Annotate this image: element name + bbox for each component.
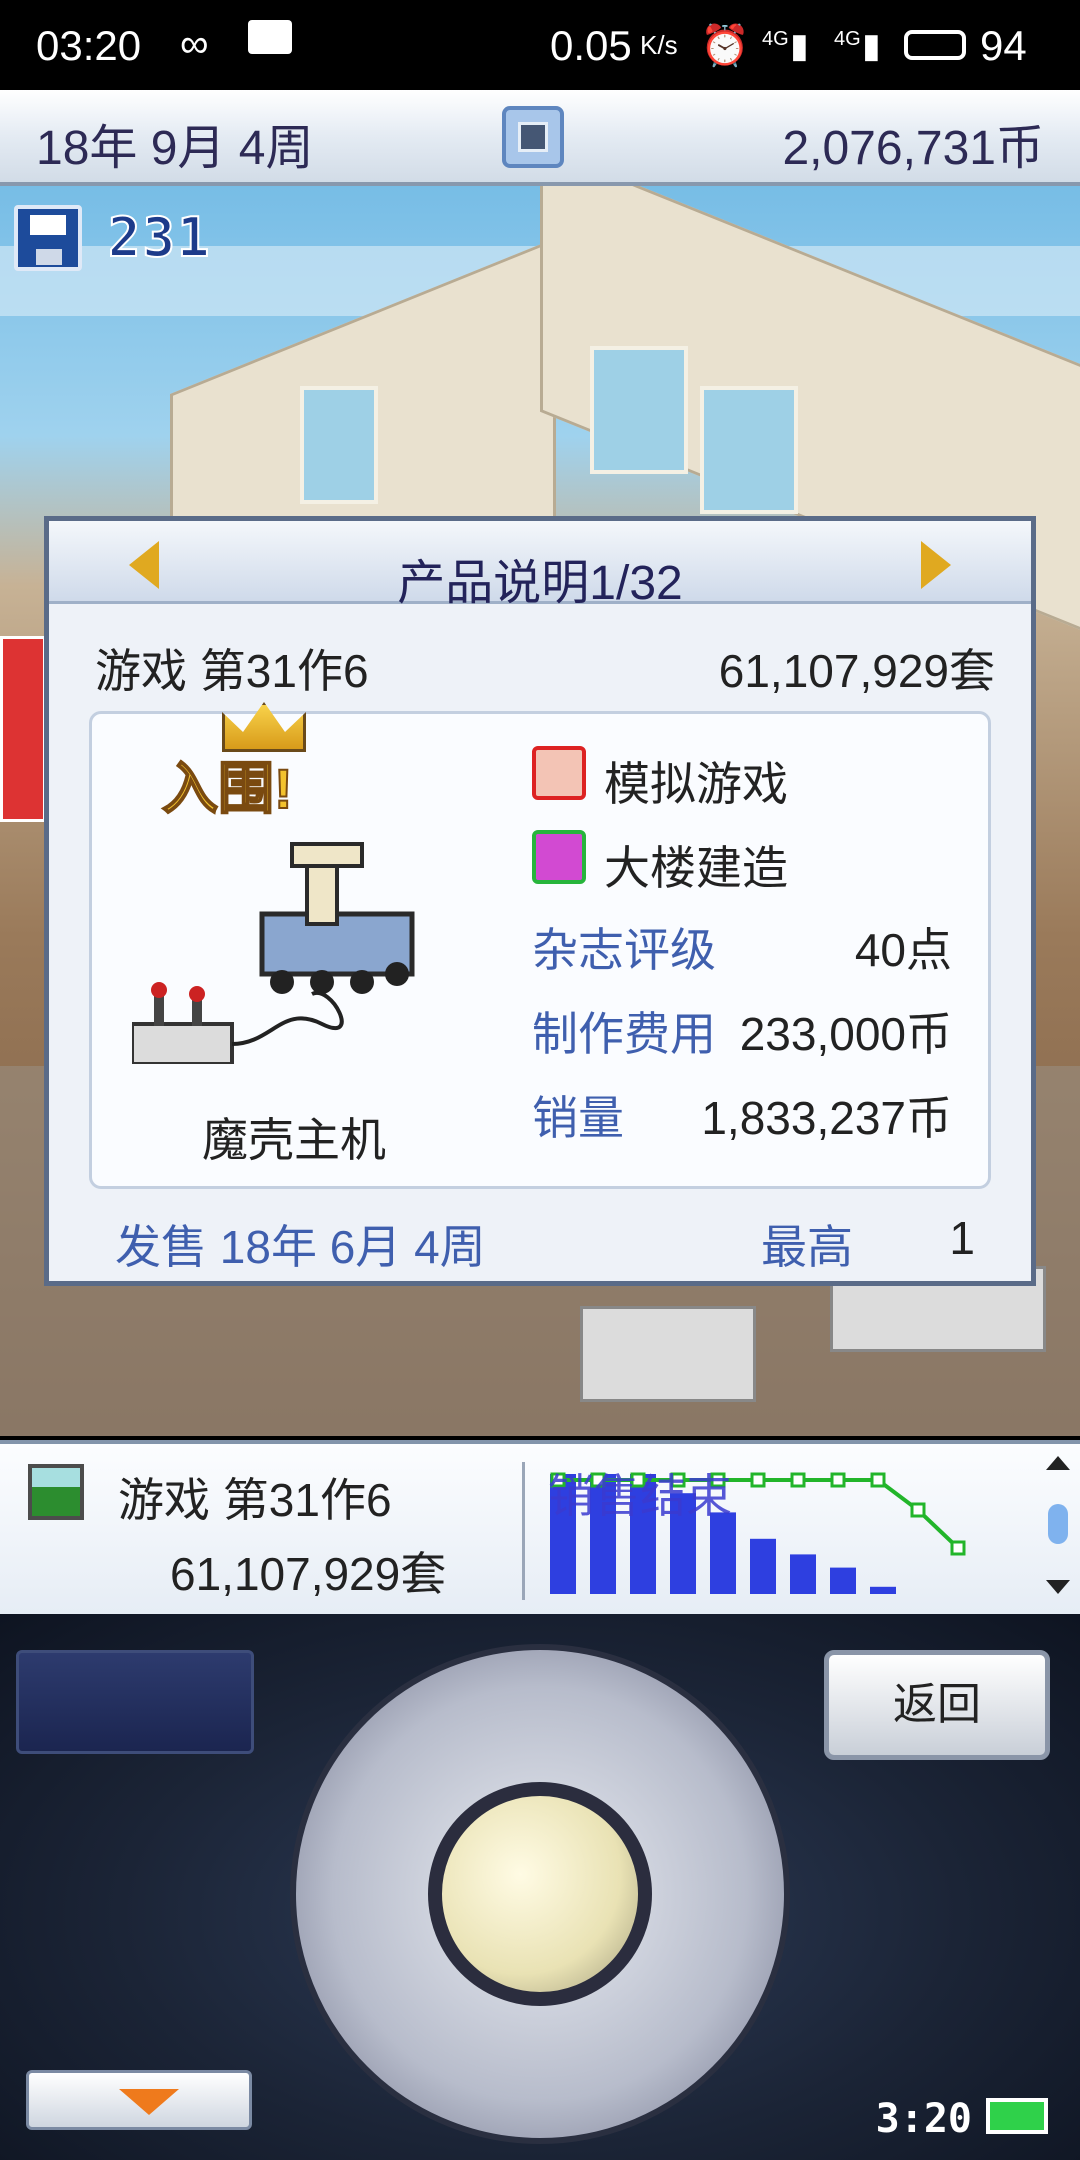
sales-revenue-value: 1,833,237币 bbox=[701, 1092, 952, 1144]
signal-1-icon: ▮ bbox=[790, 27, 809, 65]
sales-chart: 销售结束 bbox=[548, 1470, 966, 1594]
best-rank-label: 最高 bbox=[761, 1221, 853, 1273]
genre-label: 模拟游戏 bbox=[604, 758, 788, 810]
production-cost-label: 制作费用 bbox=[532, 1008, 716, 1060]
scroll-down-icon[interactable] bbox=[1046, 1580, 1070, 1594]
signal-1-label: 4G bbox=[762, 28, 789, 50]
small-screen-panel bbox=[16, 1650, 254, 1754]
magazine-rating-label: 杂志评级 bbox=[532, 924, 716, 976]
camera-icon bbox=[518, 122, 548, 152]
genre-icon bbox=[532, 746, 586, 800]
save-count: 231 bbox=[107, 205, 212, 270]
scroll-thumb[interactable] bbox=[1048, 1504, 1068, 1544]
building-window bbox=[300, 386, 378, 504]
camera-toggle-button[interactable] bbox=[502, 106, 564, 168]
building-window bbox=[700, 386, 798, 514]
chart-point bbox=[950, 1540, 966, 1556]
next-arrow-icon[interactable] bbox=[921, 541, 951, 589]
chart-point bbox=[830, 1472, 846, 1488]
strip-units: 61,107,929套 bbox=[170, 1548, 447, 1600]
console-illustration bbox=[132, 842, 415, 1064]
dialog-header: 产品说明1/32 bbox=[49, 521, 1031, 610]
dialog-title: 产品说明1/32 bbox=[397, 557, 683, 610]
sales-revenue-label: 销量 bbox=[532, 1092, 624, 1144]
product-detail-panel: 入围! 魔壳主机 模拟游戏 大楼建造 杂志评级 40点 制作费用 233,000… bbox=[89, 702, 991, 1189]
status-time: 03:20 bbox=[36, 22, 142, 69]
theme-label: 大楼建造 bbox=[604, 842, 788, 894]
chart-bar bbox=[790, 1554, 816, 1594]
center-button[interactable] bbox=[428, 1782, 652, 2006]
net-speed: 0.05 bbox=[550, 22, 632, 69]
money-display: 2,076,731币 bbox=[782, 122, 1044, 175]
chart-point bbox=[870, 1472, 886, 1488]
game-date: 18年 9月 4周 bbox=[36, 122, 314, 175]
menu-down-button[interactable] bbox=[26, 2070, 252, 2130]
desk bbox=[580, 1306, 756, 1402]
chart-bar bbox=[750, 1538, 776, 1594]
back-button[interactable]: 返回 bbox=[824, 1650, 1050, 1760]
game-name: 游戏 第31作6 bbox=[95, 645, 369, 697]
chart-point bbox=[750, 1472, 766, 1488]
image-notification-icon bbox=[248, 20, 292, 54]
chart-bar bbox=[870, 1586, 896, 1594]
battery-icon bbox=[904, 30, 966, 60]
game-thumbnail-icon bbox=[28, 1464, 84, 1520]
platform-name: 魔壳主机 bbox=[202, 1114, 386, 1166]
strip-divider bbox=[522, 1462, 525, 1600]
chart-point bbox=[910, 1502, 926, 1518]
product-dialog: 产品说明1/32 游戏 第31作6 61,107,929套 入围! 魔壳主机 模… bbox=[44, 516, 1036, 1286]
down-arrow-icon bbox=[119, 2089, 179, 2115]
chart-overlay-label: 销售结束 bbox=[548, 1470, 732, 1522]
best-rank-value: 1 bbox=[949, 1212, 975, 1264]
chart-point bbox=[790, 1472, 806, 1488]
magazine-rating-value: 40点 bbox=[854, 924, 952, 976]
theme-icon bbox=[532, 830, 586, 884]
signal-2-icon: ▮ bbox=[862, 27, 881, 65]
infinity-icon: ∞ bbox=[180, 22, 209, 66]
vending-machine bbox=[0, 636, 46, 822]
strip-game-name: 游戏 第31作6 bbox=[118, 1474, 392, 1526]
net-speed-unit: K/s bbox=[640, 30, 678, 60]
sales-units: 61,107,929套 bbox=[718, 645, 995, 697]
chart-bar bbox=[710, 1512, 736, 1594]
game-info-strip[interactable]: 游戏 第31作6 61,107,929套 销售结束 bbox=[0, 1440, 1080, 1618]
award-label: 入围! bbox=[161, 756, 294, 821]
building-window bbox=[590, 346, 688, 474]
scroll-up-icon[interactable] bbox=[1046, 1456, 1070, 1470]
alarm-icon: ⏰ bbox=[700, 24, 750, 68]
signal-2-label: 4G bbox=[834, 28, 861, 50]
controller-clock: 3:20 bbox=[875, 2096, 972, 2142]
save-icon[interactable] bbox=[14, 205, 82, 271]
production-cost-value: 233,000币 bbox=[739, 1008, 952, 1060]
chart-bar bbox=[830, 1567, 856, 1594]
strip-scrollbar[interactable] bbox=[1040, 1456, 1076, 1606]
status-bar: 03:20 ∞ 0.05 K/s ⏰ 4G ▮ 4G ▮ 94 bbox=[0, 0, 1080, 90]
battery-level: 94 bbox=[980, 22, 1027, 69]
release-date: 发售 18年 6月 4周 bbox=[115, 1221, 486, 1273]
controller-battery-icon bbox=[986, 2098, 1048, 2134]
